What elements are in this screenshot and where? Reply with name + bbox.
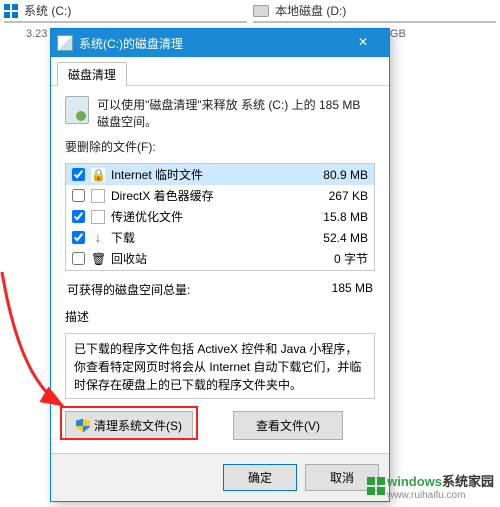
file-checkbox[interactable] <box>72 252 85 265</box>
file-checkbox[interactable] <box>72 189 85 202</box>
tabstrip: 磁盘清理 <box>51 57 389 86</box>
file-row[interactable]: 传递优化文件 15.8 MB <box>66 206 374 227</box>
hdd-icon <box>253 5 269 17</box>
close-button[interactable]: ✕ <box>343 33 383 53</box>
view-files-label: 查看文件(V) <box>256 417 320 434</box>
description-label: 描述 <box>65 308 375 325</box>
window-title: 系统(C:)的磁盘清理 <box>79 35 343 52</box>
file-row[interactable]: ↓ 下载 52.4 MB <box>66 227 374 248</box>
file-checkbox[interactable] <box>72 231 85 244</box>
drive-usage-bar <box>253 21 496 23</box>
file-name: 回收站 <box>111 250 306 267</box>
uac-shield-icon <box>76 419 90 433</box>
watermark: windows系统家园 www.ruihaifu.com <box>367 471 494 501</box>
windows-logo-icon <box>4 4 18 18</box>
intro-row: 可以使用"磁盘清理"来释放 系统 (C:) 上的 185 MB 磁盘空间。 <box>65 96 375 130</box>
file-checkbox[interactable] <box>72 168 85 181</box>
titlebar[interactable]: 系统(C:)的磁盘清理 ✕ <box>51 29 389 57</box>
file-row[interactable]: 🔒 Internet 临时文件 80.9 MB <box>66 164 374 185</box>
drive-label: 系统 (C:) <box>24 2 71 19</box>
file-name: 传递优化文件 <box>111 208 306 225</box>
files-list[interactable]: 🔒 Internet 临时文件 80.9 MB DirectX 着色器缓存 267 KB… <box>65 163 375 271</box>
watermark-logo-icon <box>367 477 385 495</box>
file-size: 0 字节 <box>312 250 368 267</box>
file-name: Internet 临时文件 <box>111 166 306 183</box>
file-size: 267 KB <box>312 189 368 203</box>
file-size: 15.8 MB <box>312 210 368 224</box>
total-row: 可获得的磁盘空间总量: 185 MB <box>65 279 375 300</box>
file-name: 下载 <box>111 229 306 246</box>
drive-usage-bar <box>4 21 247 23</box>
download-icon: ↓ <box>91 231 105 245</box>
total-label: 可获得的磁盘空间总量: <box>67 281 190 298</box>
view-files-button[interactable]: 查看文件(V) <box>233 411 343 440</box>
file-name: DirectX 着色器缓存 <box>111 187 306 204</box>
file-row[interactable]: DirectX 着色器缓存 267 KB <box>66 185 374 206</box>
ok-button[interactable]: 确定 <box>223 464 297 491</box>
recycle-bin-icon: 🗑 <box>91 252 105 266</box>
watermark-url: www.ruihaifu.com <box>387 490 494 501</box>
file-icon <box>91 189 105 203</box>
disk-cleanup-icon <box>57 35 73 51</box>
watermark-text2: 系统家园 <box>442 474 494 489</box>
description-box: 已下载的程序文件包括 ActiveX 控件和 Java 小程序，你查看特定网页时… <box>65 333 375 399</box>
file-icon <box>91 210 105 224</box>
lock-icon: 🔒 <box>91 168 105 182</box>
dialog-button-bar: 确定 取消 <box>51 453 389 501</box>
clean-sys-label: 清理系统文件(S) <box>94 417 182 434</box>
drive-label: 本地磁盘 (D:) <box>275 2 346 19</box>
clean-system-files-button[interactable]: 清理系统文件(S) <box>65 411 193 440</box>
intro-text: 可以使用"磁盘清理"来释放 系统 (C:) 上的 185 MB 磁盘空间。 <box>97 96 375 130</box>
watermark-text1: windows <box>387 474 442 489</box>
action-row: 清理系统文件(S) 查看文件(V) <box>65 411 375 440</box>
total-value: 185 MB <box>332 281 373 298</box>
dialog-content: 可以使用"磁盘清理"来释放 系统 (C:) 上的 185 MB 磁盘空间。 要删… <box>51 86 389 453</box>
file-size: 80.9 MB <box>312 168 368 182</box>
disk-cleanup-large-icon <box>65 96 89 124</box>
file-checkbox[interactable] <box>72 210 85 223</box>
tab-disk-cleanup[interactable]: 磁盘清理 <box>57 62 127 86</box>
disk-cleanup-dialog: 系统(C:)的磁盘清理 ✕ 磁盘清理 可以使用"磁盘清理"来释放 系统 (C:)… <box>50 28 390 502</box>
file-size: 52.4 MB <box>312 231 368 245</box>
file-row[interactable]: 🗑 回收站 0 字节 <box>66 248 374 269</box>
files-to-delete-label: 要删除的文件(F): <box>65 138 375 155</box>
